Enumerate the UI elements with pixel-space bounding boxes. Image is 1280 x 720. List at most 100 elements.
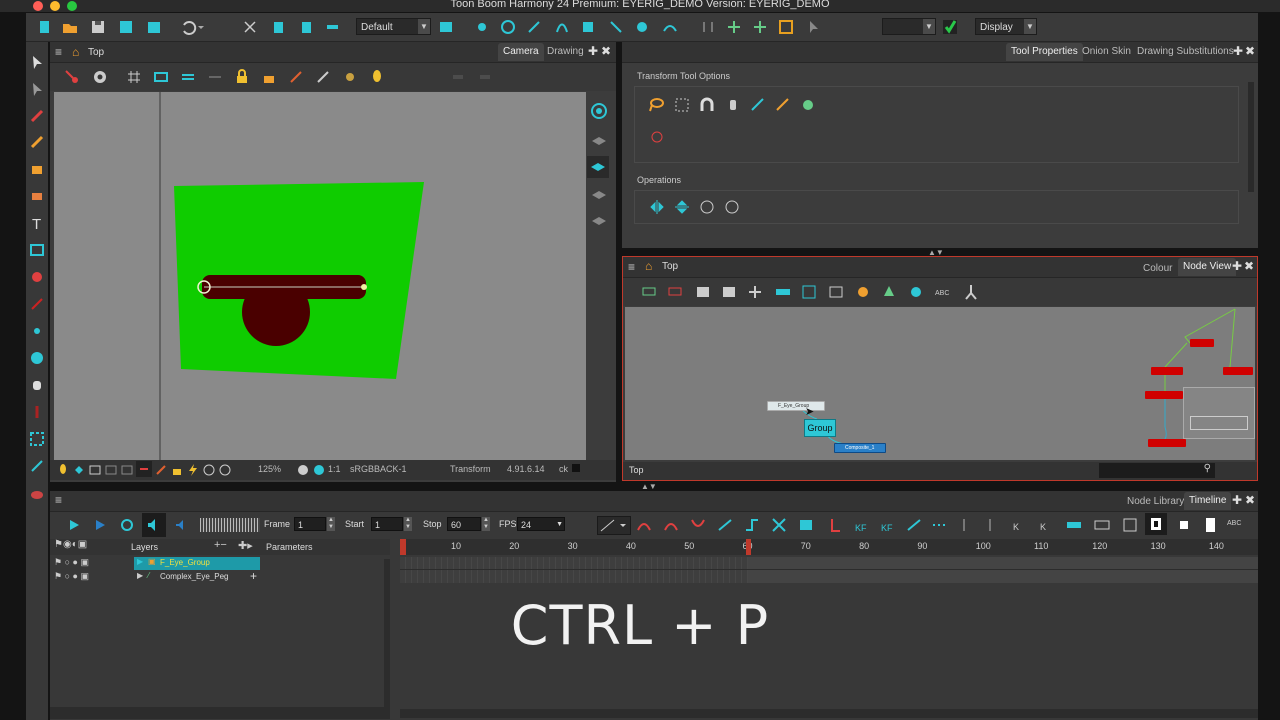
add-layer-icon[interactable]: +− xyxy=(214,539,227,551)
home-icon[interactable]: ⌂ xyxy=(72,45,79,59)
tree-icon[interactable] xyxy=(879,282,899,302)
pixel-ratio[interactable]: 1:1 xyxy=(328,464,341,474)
rotate-90-cw-icon[interactable] xyxy=(722,197,742,217)
panel-menu-icon[interactable]: ≡ xyxy=(55,45,62,59)
frame-view-icon[interactable] xyxy=(1145,513,1167,535)
fps-combo[interactable]: 24 ▼ xyxy=(517,517,565,531)
refresh-icon[interactable] xyxy=(218,463,232,477)
composite-icon[interactable] xyxy=(745,282,765,302)
layers-icon-3[interactable] xyxy=(590,212,608,230)
drawing-node-2[interactable] xyxy=(1151,367,1183,375)
snap-magnet-icon[interactable] xyxy=(697,95,717,115)
sound-icon[interactable] xyxy=(142,513,166,537)
add-peg-icon[interactable] xyxy=(639,282,659,302)
expand-icon[interactable] xyxy=(1120,515,1140,535)
field-guide-icon[interactable] xyxy=(178,67,198,87)
close-panel-icon[interactable]: ✖ xyxy=(601,44,611,58)
splitter-handle-top[interactable]: ▲▼ xyxy=(928,248,944,257)
text-frame-icon[interactable]: ABC xyxy=(1226,515,1248,535)
clear-key-icon[interactable] xyxy=(769,515,789,535)
arrow-select-icon[interactable] xyxy=(804,17,824,37)
panel-menu-icon[interactable]: ≡ xyxy=(55,493,62,507)
layer-visibility-icon[interactable]: ⚑ ○ ● ▣ xyxy=(54,571,89,582)
keyframe-curve-icon-3[interactable] xyxy=(688,515,708,535)
target-icon[interactable] xyxy=(498,17,518,37)
deform-node-icon[interactable] xyxy=(799,282,819,302)
paste-icon[interactable] xyxy=(296,17,316,37)
key-right-icon[interactable]: K xyxy=(1037,515,1057,535)
delete-icon[interactable] xyxy=(322,17,342,37)
tab-camera[interactable]: Camera xyxy=(498,43,544,61)
kf-add-icon[interactable]: KF xyxy=(852,515,872,535)
function-icon[interactable] xyxy=(552,17,572,37)
frame-icon[interactable] xyxy=(776,17,796,37)
camera-mask-icon[interactable] xyxy=(88,463,102,477)
enable-node-icon[interactable] xyxy=(773,282,793,302)
view-eye-icon[interactable] xyxy=(590,102,608,120)
zoom-level[interactable]: 125% xyxy=(258,464,281,474)
undo-icon[interactable] xyxy=(178,17,198,37)
group-icon[interactable] xyxy=(693,282,713,302)
light-bulb-icon[interactable] xyxy=(367,67,387,87)
save-version-icon[interactable] xyxy=(144,17,164,37)
dropper-tool-icon[interactable] xyxy=(27,294,47,314)
save-icon[interactable] xyxy=(88,17,108,37)
layer-visibility-icon[interactable]: ⚑ ○ ● ▣ xyxy=(54,557,89,568)
motion-key-icon[interactable] xyxy=(796,515,816,535)
search-icon[interactable]: ⚲ xyxy=(1204,463,1211,474)
loop-icon[interactable] xyxy=(117,515,137,535)
undo-dropdown-icon[interactable] xyxy=(196,17,216,37)
expand-arrow-icon[interactable]: ▶ xyxy=(137,571,143,580)
home-icon[interactable]: ⌂ xyxy=(645,259,652,273)
layer-toggle-icon[interactable] xyxy=(72,463,86,477)
safe-area-icon[interactable] xyxy=(151,67,171,87)
marquee-icon[interactable] xyxy=(672,95,692,115)
add-drawing-icon[interactable] xyxy=(665,282,685,302)
settings-gear-icon[interactable] xyxy=(90,67,110,87)
paint-toggle-icon[interactable] xyxy=(154,463,168,477)
text-tool-icon[interactable]: T xyxy=(27,213,47,233)
display-combo[interactable]: Display ▼ xyxy=(975,18,1037,35)
tab-drawing[interactable]: Drawing xyxy=(542,43,589,61)
brush-preview-icon[interactable] xyxy=(286,67,306,87)
onion-tool-icon[interactable] xyxy=(27,483,47,503)
close-panel-icon[interactable]: ✖ xyxy=(1244,259,1254,273)
hold-icon-2[interactable] xyxy=(984,515,1004,535)
play-selection-icon[interactable] xyxy=(90,515,110,535)
frame-stepper[interactable]: ▲ ▼ xyxy=(327,517,335,531)
branch-icon[interactable] xyxy=(750,17,770,37)
stamp-tool-icon[interactable] xyxy=(27,267,47,287)
camera-node-icon[interactable] xyxy=(853,282,873,302)
snowflake-icon[interactable] xyxy=(312,463,326,477)
tab-node-library[interactable]: Node Library xyxy=(1122,493,1189,511)
ungroup-icon[interactable] xyxy=(719,282,739,302)
rectangle-tool-icon[interactable] xyxy=(27,240,47,260)
workspace-manager-icon[interactable] xyxy=(436,17,456,37)
navigator-viewport[interactable] xyxy=(1190,416,1248,430)
dots-icon[interactable] xyxy=(930,515,950,535)
effect-icon[interactable] xyxy=(906,282,926,302)
hand-tool-icon[interactable] xyxy=(27,375,47,395)
pen-icon[interactable] xyxy=(313,67,333,87)
expand-arrow-icon[interactable]: ▶ xyxy=(137,557,143,566)
layer-row-1[interactable]: ⚑ ○ ● ▣ ▶ ▣ F_Eye_Group xyxy=(50,557,390,570)
deformation-icon[interactable] xyxy=(578,17,598,37)
frame-view-icon-3[interactable] xyxy=(1200,515,1220,535)
color-swatch[interactable] xyxy=(572,464,580,472)
hierarchy-icon[interactable] xyxy=(724,17,744,37)
timeline-hscroll[interactable] xyxy=(400,709,1258,718)
tab-node-view[interactable]: Node View xyxy=(1178,258,1237,276)
add-tab-icon[interactable]: ✚ xyxy=(1232,259,1242,273)
composite-node[interactable]: Composite_1 xyxy=(834,443,886,453)
start-input[interactable]: 1 xyxy=(371,517,403,531)
layer-toggles-icon[interactable]: ⚑◉◐▣ xyxy=(54,539,87,550)
frame-view-icon-2[interactable] xyxy=(1174,515,1194,535)
flip-vertical-icon[interactable] xyxy=(672,197,692,217)
stop-marker[interactable] xyxy=(746,539,751,555)
network-view-icon[interactable] xyxy=(472,17,492,37)
lock-icon[interactable] xyxy=(232,67,252,87)
peg-select-icon[interactable] xyxy=(798,95,818,115)
layers-icon[interactable] xyxy=(590,132,608,150)
light-table-icon[interactable] xyxy=(205,67,225,87)
set-key-icon[interactable] xyxy=(826,515,846,535)
